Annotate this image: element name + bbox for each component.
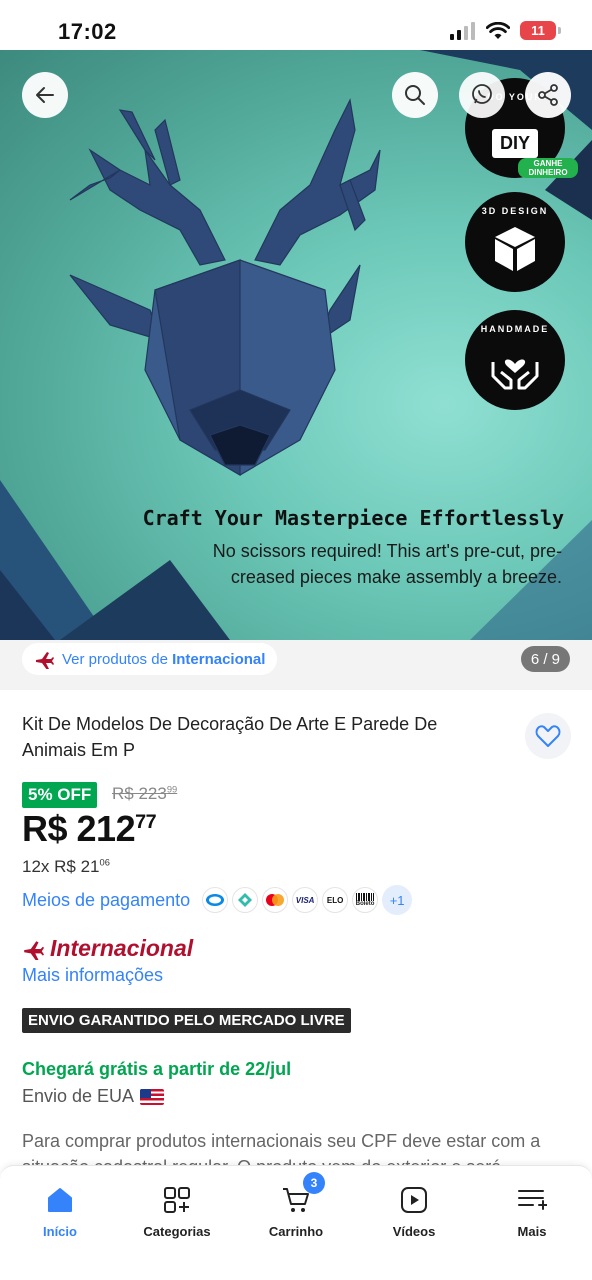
nav-cart[interactable]: 3 Carrinho xyxy=(241,1172,351,1239)
image-counter: 6 / 9 xyxy=(520,646,570,672)
video-icon xyxy=(401,1187,427,1213)
airplane-icon xyxy=(36,652,54,669)
international-products-link[interactable]: Ver produtos de Internacional xyxy=(22,643,278,675)
us-flag-icon xyxy=(140,1088,165,1105)
nav-categories[interactable]: Categorias xyxy=(122,1180,232,1239)
nav-home[interactable]: Início xyxy=(5,1180,115,1239)
discount-badge: 5% OFF xyxy=(22,782,98,808)
payment-methods-row[interactable]: Meios de pagamento VISA ELO Boleto +1 xyxy=(22,885,413,915)
share-icon xyxy=(538,84,558,106)
international-link-text: Ver produtos de Internacional xyxy=(62,650,266,668)
bottom-navigation: Início Categorias 3 Carrinho Vídeos Mais xyxy=(0,1165,592,1280)
hands-heart-icon xyxy=(491,359,539,390)
status-icons: 11 xyxy=(450,21,561,40)
back-arrow-icon xyxy=(36,87,54,103)
boleto-icon: Boleto xyxy=(352,887,379,913)
mastercard-icon xyxy=(262,887,289,913)
share-button[interactable] xyxy=(525,72,571,118)
heart-icon xyxy=(535,725,561,747)
airplane-icon xyxy=(24,940,44,960)
handmade-badge: HANDMADE xyxy=(465,310,565,410)
international-brand: Internacional xyxy=(22,935,193,962)
3d-design-badge: 3D DESIGN xyxy=(465,192,565,292)
hero-headline: Craft Your Masterpiece Effortlessly xyxy=(142,506,564,530)
hero-subtext: No scissors required! This art's pre-cut… xyxy=(212,541,562,587)
battery-icon: 11 xyxy=(520,21,561,40)
3d-design-badge-arc: 3D DESIGN xyxy=(481,206,549,216)
status-bar: 17:02 11 xyxy=(0,0,592,50)
visa-icon: VISA xyxy=(292,887,319,913)
current-price: R$ 21277 xyxy=(22,808,157,849)
nav-more[interactable]: Mais xyxy=(477,1180,587,1239)
whatsapp-button[interactable] xyxy=(459,72,505,118)
more-info-link[interactable]: Mais informações xyxy=(22,965,163,986)
diy-badge-board: DIY xyxy=(491,128,538,158)
cart-count-badge: 3 xyxy=(303,1172,325,1194)
product-title: Kit De Modelos De Decoração De Arte E Pa… xyxy=(22,714,438,760)
categories-icon xyxy=(164,1187,190,1213)
elo-icon: ELO xyxy=(322,887,349,913)
product-image-carousel[interactable]: DO YOUR DIY 3D DESIGN HANDMADE GANHE DIN… xyxy=(0,50,592,640)
menu-icon xyxy=(518,1190,547,1210)
installments: 12x R$ 2106 xyxy=(22,857,110,876)
search-icon xyxy=(405,85,425,105)
deer-head-illustration xyxy=(69,98,381,477)
status-time: 17:02 xyxy=(58,19,117,44)
ship-origin: Envio de EUA xyxy=(22,1086,165,1107)
search-button[interactable] xyxy=(392,72,438,118)
handmade-badge-arc: HANDMADE xyxy=(480,324,550,334)
wifi-icon xyxy=(486,21,510,39)
favorite-button[interactable] xyxy=(525,713,571,759)
whatsapp-icon xyxy=(472,84,492,104)
mercadopago-icon xyxy=(202,887,229,913)
original-price: R$ 22399 xyxy=(112,784,178,803)
arrival-estimate: Chegará grátis a partir de 22/jul xyxy=(22,1059,292,1079)
payment-methods-link[interactable]: Meios de pagamento xyxy=(22,890,190,911)
guaranteed-shipping-badge: ENVIO GARANTIDO PELO MERCADO LIVRE xyxy=(22,1008,351,1033)
image-info-strip: Ver produtos de Internacional 6 / 9 xyxy=(0,640,592,690)
home-icon xyxy=(48,1188,72,1212)
more-payment-methods[interactable]: +1 xyxy=(382,885,413,915)
earn-money-badge[interactable]: GANHE DINHEIRO xyxy=(518,158,578,178)
signal-icon xyxy=(450,21,475,40)
back-button[interactable] xyxy=(22,72,68,118)
cube-icon xyxy=(495,227,535,271)
pix-icon xyxy=(232,887,259,913)
nav-videos[interactable]: Vídeos xyxy=(359,1180,469,1239)
